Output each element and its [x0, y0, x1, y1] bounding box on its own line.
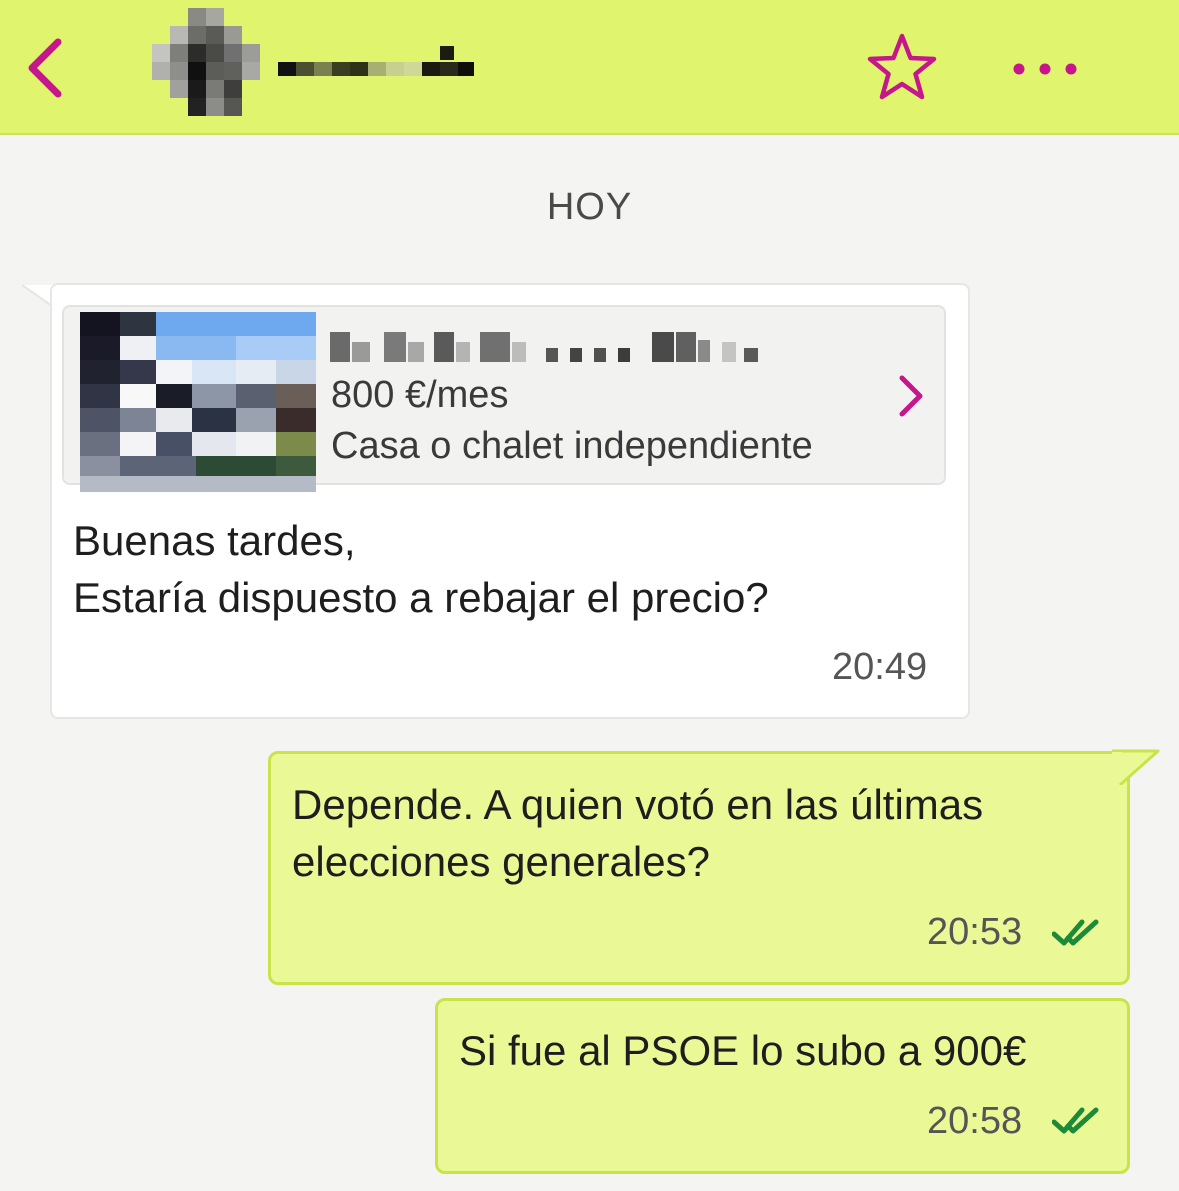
message-timestamp: 20:53: [927, 911, 1023, 953]
incoming-message-line: Estaría dispuesto a rebajar el precio?: [73, 574, 769, 621]
chat-header: [0, 0, 1179, 135]
message-timestamp: 20:49: [832, 646, 928, 688]
more-options-icon[interactable]: [1008, 58, 1084, 80]
message-timestamp: 20:58: [927, 1100, 1023, 1142]
outgoing-message-line: Si fue al PSOE lo subo a 900€: [459, 1027, 1027, 1074]
chevron-right-icon[interactable]: [894, 372, 926, 420]
contact-name-redacted: [278, 46, 474, 76]
outgoing-bubble-tail: [1112, 749, 1160, 785]
listing-price: 800 €/mes: [331, 374, 509, 416]
favorite-star-icon[interactable]: [866, 32, 938, 102]
outgoing-message-line: elecciones generales?: [292, 838, 710, 885]
day-separator: HOY: [546, 186, 633, 228]
double-check-icon: [1052, 1107, 1099, 1134]
listing-thumbnail[interactable]: [80, 312, 316, 492]
back-chevron-icon[interactable]: [22, 36, 70, 100]
double-check-icon: [1052, 919, 1099, 946]
outgoing-message-line: Depende. A quien votó en las últimas: [292, 781, 984, 828]
contact-avatar[interactable]: [152, 8, 260, 116]
incoming-message-line: Buenas tardes,: [73, 517, 356, 564]
listing-title-redacted: [330, 332, 758, 362]
listing-property-type: Casa o chalet independiente: [331, 425, 813, 467]
